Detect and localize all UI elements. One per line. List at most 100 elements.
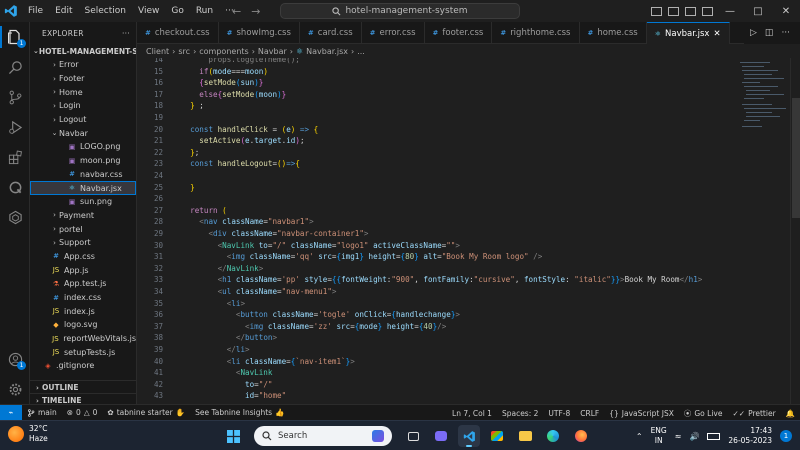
customize-layout-icon[interactable] <box>702 6 713 16</box>
problems-indicator[interactable]: ⊗ 0 △ 0 <box>62 408 103 417</box>
editor-tab[interactable]: # showImg.css <box>219 22 300 44</box>
code-line[interactable]: <NavLink to="/" className="logo1" active… <box>181 241 460 250</box>
code-line[interactable]: <li className={`nav-item1`}> <box>181 357 355 366</box>
toggle-panel-icon[interactable] <box>668 6 679 16</box>
code-line[interactable]: const handleClick = (e) => { <box>181 125 318 134</box>
tree-item[interactable]: ▣ sun.png <box>30 195 136 209</box>
breadcrumb-item[interactable]: src <box>178 47 190 56</box>
menu-item[interactable]: View <box>132 0 165 22</box>
back-arrow-icon[interactable]: ← <box>232 5 241 18</box>
toggle-sidebar-icon[interactable] <box>651 6 662 16</box>
code-line[interactable]: }; <box>181 148 199 157</box>
tree-item[interactable]: ⚗ App.test.js <box>30 277 136 291</box>
breadcrumb-item[interactable]: Navbar.jsx <box>306 47 348 56</box>
close-button[interactable]: ✕ <box>772 0 800 22</box>
battery-icon[interactable] <box>707 432 721 440</box>
code-line[interactable]: id="home" <box>181 391 286 400</box>
explorer-icon[interactable]: 1 <box>0 22 30 52</box>
breadcrumb-item[interactable]: Client <box>146 47 169 56</box>
tree-item[interactable]: JS reportWebVitals.js <box>30 332 136 346</box>
code-line[interactable]: </button> <box>181 333 277 342</box>
code-line[interactable]: <div className="navbar-container1"> <box>181 229 368 238</box>
maximize-button[interactable]: □ <box>744 0 772 22</box>
tree-item[interactable]: JS setupTests.js <box>30 345 136 359</box>
extensions-icon[interactable] <box>0 142 30 172</box>
notification-badge[interactable]: 1 <box>780 430 792 442</box>
gear-icon[interactable] <box>0 374 30 404</box>
store-button[interactable] <box>486 425 508 447</box>
firefox-button[interactable] <box>570 425 592 447</box>
code-line[interactable]: else{setMode(moon)} <box>181 90 286 99</box>
code-editor[interactable]: 14 15 16 17 18 19 20 21 22 23 24 25 26 27 28 29 30 31 32 33… <box>137 58 800 404</box>
command-center[interactable]: hotel-management-system <box>280 3 520 19</box>
tree-item[interactable]: JS index.js <box>30 304 136 318</box>
code-line[interactable]: <img className='qq' src={img1} height={8… <box>181 252 543 261</box>
workspace-folder[interactable]: ⌄ HOTEL-MANAGEMENT-SY... <box>30 44 136 58</box>
remote-indicator[interactable]: ⌁ <box>0 404 22 421</box>
tree-item[interactable]: › Login <box>30 99 136 113</box>
go-live-button[interactable]: ⦿ Go Live <box>679 408 728 419</box>
editor-tab[interactable]: # home.css <box>580 22 647 44</box>
breadcrumb-item[interactable]: components <box>199 47 248 56</box>
tabnine-insights[interactable]: See Tabnine Insights 👍 <box>190 408 289 417</box>
file-explorer-button[interactable] <box>514 425 536 447</box>
code-line[interactable]: <button className='togle' onClick={handl… <box>181 310 460 319</box>
more-actions-icon[interactable]: ··· <box>781 28 790 38</box>
editor-tab[interactable]: # error.css <box>362 22 425 44</box>
notifications-bell-icon[interactable]: 🔔 <box>781 409 800 418</box>
show-hidden-icons-icon[interactable]: ⌃ <box>636 432 643 441</box>
tree-item[interactable]: › portel <box>30 222 136 236</box>
tree-item[interactable]: › Home <box>30 85 136 99</box>
search-icon[interactable] <box>0 52 30 82</box>
code-line[interactable]: <img className='zz' src={mode} height={4… <box>181 322 446 331</box>
run-debug-icon[interactable] <box>0 112 30 142</box>
code-line[interactable]: <ul className="nav-menu1"> <box>181 287 337 296</box>
editor-tab[interactable]: # righthome.css <box>492 22 580 44</box>
code-line[interactable]: <li> <box>181 299 245 308</box>
code-area[interactable]: props.toggleTheme(); if(mode===moon) {se… <box>181 58 741 404</box>
encoding[interactable]: UTF-8 <box>543 409 575 418</box>
editor-tab[interactable]: # footer.css <box>425 22 493 44</box>
tree-item[interactable]: ⚛ Navbar.jsx <box>30 181 136 195</box>
tabnine-icon[interactable] <box>0 202 30 232</box>
toggle-secondary-sidebar-icon[interactable] <box>685 6 696 16</box>
tabnine-indicator[interactable]: ✿ tabnine starter ✋ <box>102 408 190 417</box>
tree-item[interactable]: ◆ logo.svg <box>30 318 136 332</box>
tree-item[interactable]: › Payment <box>30 209 136 223</box>
editor-tab[interactable]: # checkout.css <box>137 22 219 44</box>
close-tab-icon[interactable]: ✕ <box>713 29 720 39</box>
code-line[interactable]: if(mode===moon) <box>181 67 268 76</box>
more-actions-icon[interactable]: ··· <box>122 29 130 38</box>
tree-item[interactable]: › Error <box>30 58 136 72</box>
prettier-indicator[interactable]: ✓✓ Prettier <box>727 409 780 418</box>
edge-browser-button[interactable] <box>542 425 564 447</box>
cursor-position[interactable]: Ln 7, Col 1 <box>447 409 497 418</box>
tree-item[interactable]: # App.css <box>30 250 136 264</box>
indentation[interactable]: Spaces: 2 <box>497 409 543 418</box>
split-editor-icon[interactable]: ◫ <box>765 28 774 38</box>
menu-item[interactable]: File <box>22 0 49 22</box>
account-icon[interactable]: 1 <box>0 344 30 374</box>
language-mode[interactable]: {} JavaScript JSX <box>604 409 679 418</box>
remote-explorer-icon[interactable] <box>0 172 30 202</box>
code-line[interactable]: return ( <box>181 206 227 215</box>
tree-item[interactable]: › Footer <box>30 72 136 86</box>
code-line[interactable]: {setMode(sun)} <box>181 78 263 87</box>
scrollbar-thumb[interactable] <box>792 98 800 218</box>
volume-icon[interactable]: 🔊 <box>689 432 699 441</box>
code-line[interactable]: props.toggleTheme(); <box>181 58 299 64</box>
vertical-scrollbar[interactable] <box>790 58 800 404</box>
tree-item[interactable]: # index.css <box>30 291 136 305</box>
system-clock[interactable]: 17:43 26-05-2023 <box>728 426 772 446</box>
language-indicator[interactable]: ENG IN <box>651 426 667 446</box>
start-button[interactable] <box>222 425 244 447</box>
run-file-icon[interactable]: ▷ <box>750 28 757 38</box>
breadcrumb-item[interactable]: ... <box>357 47 365 56</box>
source-control-icon[interactable] <box>0 82 30 112</box>
code-line[interactable]: </li> <box>181 345 250 354</box>
weather-widget[interactable]: 32°C Haze <box>8 424 48 444</box>
menu-item[interactable]: Go <box>165 0 189 22</box>
tree-item[interactable]: ◈ .gitignore <box>30 359 136 373</box>
menu-item[interactable]: Edit <box>49 0 78 22</box>
code-line[interactable]: <nav className="navbar1"> <box>181 217 313 226</box>
